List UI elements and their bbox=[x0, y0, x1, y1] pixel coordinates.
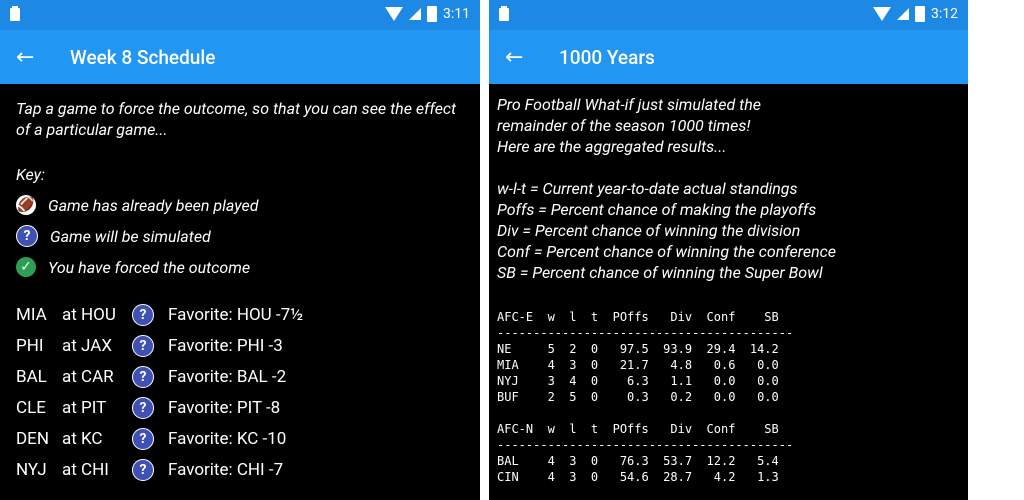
wifi-icon bbox=[385, 7, 403, 21]
favorite-text: Favorite: HOU -7½ bbox=[168, 304, 304, 325]
key-label: Key: bbox=[16, 165, 45, 184]
signal-icon bbox=[409, 8, 421, 20]
sd-card-icon bbox=[10, 6, 20, 21]
away-team: BAL bbox=[16, 366, 47, 387]
home-team: at PIT bbox=[62, 397, 107, 418]
results-screen: 3:12 ← 1000 Years Pro Football What-if j… bbox=[489, 0, 968, 500]
battery-icon bbox=[427, 6, 437, 22]
game-row[interactable]: MIA at HOU ? Favorite: HOU -7½ bbox=[16, 299, 464, 330]
question-icon: ? bbox=[132, 365, 154, 388]
page-title: Week 8 Schedule bbox=[70, 45, 216, 69]
game-row[interactable]: NYJ at CHI ? Favorite: CHI -7 bbox=[16, 454, 464, 485]
app-bar: ← Week 8 Schedule bbox=[0, 30, 480, 84]
legend-text: w-l-t = Current year-to-date actual stan… bbox=[497, 179, 836, 282]
key-item-simulated: ? Game will be simulated bbox=[16, 225, 464, 247]
key-item-played: 🏈 Game has already been played bbox=[16, 195, 259, 215]
question-icon: ? bbox=[132, 334, 154, 357]
favorite-text: Favorite: CHI -7 bbox=[168, 459, 284, 480]
sd-card-icon bbox=[499, 6, 509, 21]
question-icon: ? bbox=[132, 458, 154, 481]
home-team: at KC bbox=[62, 428, 103, 449]
away-team: PHI bbox=[16, 335, 44, 356]
back-arrow-icon[interactable]: ← bbox=[16, 45, 56, 70]
away-team: MIA bbox=[16, 304, 47, 325]
game-row[interactable]: BAL at CAR ? Favorite: BAL -2 bbox=[16, 361, 464, 392]
back-arrow-icon[interactable]: ← bbox=[505, 45, 545, 70]
status-time: 3:12 bbox=[931, 6, 958, 22]
away-team: NYJ bbox=[16, 459, 47, 480]
page-title: 1000 Years bbox=[559, 45, 655, 69]
game-row[interactable]: CLE at PIT ? Favorite: PIT -8 bbox=[16, 392, 464, 423]
game-list: MIA at HOU ? Favorite: HOU -7½ PHI at JA… bbox=[16, 299, 464, 485]
check-icon: ✓ bbox=[16, 257, 36, 277]
signal-icon bbox=[897, 8, 909, 20]
status-time: 3:11 bbox=[443, 6, 470, 22]
home-team: at HOU bbox=[62, 304, 116, 325]
home-team: at CHI bbox=[62, 459, 109, 480]
favorite-text: Favorite: KC -10 bbox=[168, 428, 287, 449]
favorite-text: Favorite: BAL -2 bbox=[168, 366, 287, 387]
question-icon: ? bbox=[16, 225, 38, 247]
away-team: CLE bbox=[16, 397, 46, 418]
home-team: at JAX bbox=[62, 335, 112, 356]
favorite-text: Favorite: PHI -3 bbox=[168, 335, 283, 356]
standings-table: AFC-E w l t POffs Div Conf SB ----------… bbox=[497, 310, 794, 484]
instructions-text: Tap a game to force the outcome, so that… bbox=[16, 99, 457, 139]
key-item-forced: ✓ You have forced the outcome bbox=[16, 257, 464, 277]
status-bar: 3:11 bbox=[0, 0, 480, 30]
question-icon: ? bbox=[132, 396, 154, 419]
results-intro: Pro Football What-if just simulated the … bbox=[497, 95, 762, 156]
home-team: at CAR bbox=[62, 366, 114, 387]
battery-icon bbox=[915, 6, 925, 22]
question-icon: ? bbox=[132, 427, 154, 450]
schedule-screen: 3:11 ← Week 8 Schedule Tap a game to for… bbox=[0, 0, 480, 500]
results-content: Pro Football What-if just simulated the … bbox=[489, 84, 968, 495]
football-icon: 🏈 bbox=[16, 195, 36, 215]
wifi-icon bbox=[873, 7, 891, 21]
game-row[interactable]: DEN at KC ? Favorite: KC -10 bbox=[16, 423, 464, 454]
away-team: DEN bbox=[16, 428, 49, 449]
favorite-text: Favorite: PIT -8 bbox=[168, 397, 281, 418]
question-icon: ? bbox=[132, 303, 154, 326]
status-bar: 3:12 bbox=[489, 0, 968, 30]
schedule-content: Tap a game to force the outcome, so that… bbox=[0, 84, 480, 499]
game-row[interactable]: PHI at JAX ? Favorite: PHI -3 bbox=[16, 330, 464, 361]
app-bar: ← 1000 Years bbox=[489, 30, 968, 84]
